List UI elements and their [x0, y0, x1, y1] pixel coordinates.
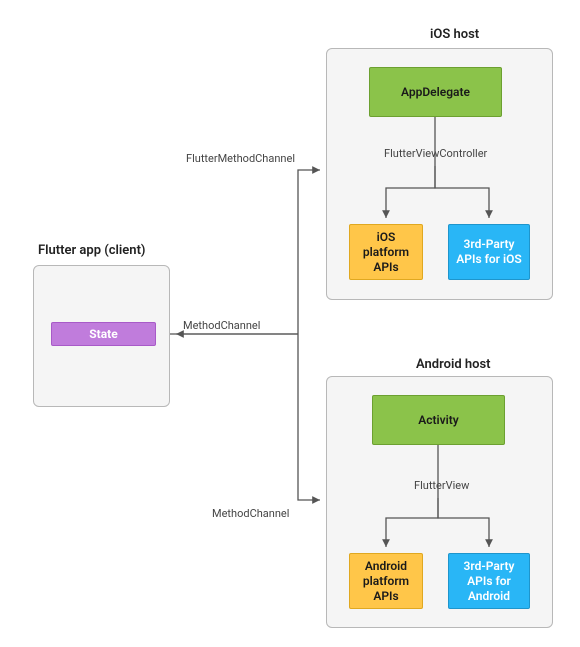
flutter-client-title: Flutter app (client)	[38, 243, 146, 258]
state-node: State	[51, 322, 156, 346]
flutter-method-channel-label: FlutterMethodChannel	[186, 152, 295, 165]
android-third-party-node: 3rd-Party APIs for Android	[448, 553, 530, 609]
activity-node: Activity	[372, 395, 505, 445]
flutter-view-label: FlutterView	[414, 479, 469, 492]
ios-third-party-node: 3rd-Party APIs for iOS	[448, 224, 530, 280]
flutter-view-controller-label: FlutterViewController	[384, 147, 487, 160]
method-channel-label-bottom: MethodChannel	[212, 507, 289, 520]
ios-platform-apis-node: iOS platform APIs	[349, 224, 423, 280]
android-platform-apis-node: Android platform APIs	[349, 553, 423, 609]
ios-host-title: iOS host	[430, 27, 479, 42]
android-host-title: Android host	[416, 357, 491, 372]
method-channel-label-top: MethodChannel	[183, 319, 260, 332]
app-delegate-node: AppDelegate	[369, 67, 502, 117]
